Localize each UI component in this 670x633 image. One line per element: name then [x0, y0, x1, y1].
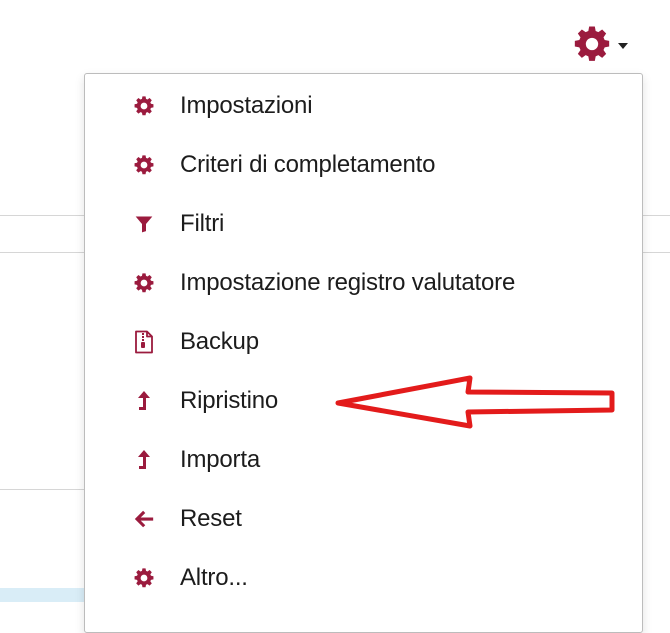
menu-item-impostazioni[interactable]: Impostazioni: [85, 82, 642, 130]
menu-item-label: Impostazione registro valutatore: [180, 269, 516, 296]
page-divider: [643, 252, 670, 253]
filter-icon: [132, 212, 156, 236]
gear-icon: [132, 566, 156, 590]
menu-item-impostazione-registro-valutatore[interactable]: Impostazione registro valutatore: [85, 259, 642, 307]
menu-item-label: Filtri: [180, 210, 225, 237]
gear-icon: [132, 94, 156, 118]
menu-item-altro[interactable]: Altro...: [85, 554, 642, 602]
menu-item-backup[interactable]: Backup: [85, 318, 642, 366]
menu-item-importa[interactable]: Importa: [85, 436, 642, 484]
menu-item-label: Reset: [180, 505, 242, 532]
menu-item-filtri[interactable]: Filtri: [85, 200, 642, 248]
page-divider: [0, 489, 84, 490]
menu-item-label: Importa: [180, 446, 260, 473]
caret-down-icon: [618, 43, 628, 49]
red-arrow-annotation: [335, 375, 615, 429]
file-archive-icon: [132, 330, 156, 354]
page-divider: [0, 215, 84, 216]
page-highlight-band: [0, 588, 90, 602]
arrow-left-icon: [132, 507, 156, 531]
gear-icon: [572, 24, 612, 69]
gear-icon: [132, 153, 156, 177]
menu-item-label: Backup: [180, 328, 259, 355]
level-up-icon: [132, 448, 156, 472]
menu-item-criteri-completamento[interactable]: Criteri di completamento: [85, 141, 642, 189]
menu-item-label: Criteri di completamento: [180, 151, 436, 178]
gear-icon: [132, 271, 156, 295]
level-up-icon: [132, 389, 156, 413]
settings-dropdown-menu: Impostazioni Criteri di completamento Fi…: [84, 73, 643, 633]
menu-item-label: Ripristino: [180, 387, 279, 414]
menu-item-label: Impostazioni: [180, 92, 313, 119]
page-divider: [0, 252, 84, 253]
settings-menu-toggle[interactable]: [572, 26, 644, 66]
menu-item-label: Altro...: [180, 564, 248, 591]
menu-item-reset[interactable]: Reset: [85, 495, 642, 543]
page-divider: [643, 215, 670, 216]
